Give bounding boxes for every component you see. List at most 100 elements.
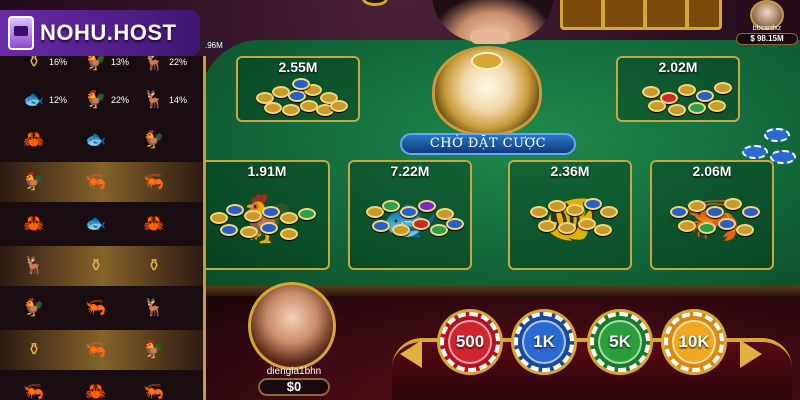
rooster-icon: 🐓 xyxy=(143,130,165,149)
shrimp-icon: 🦐 xyxy=(143,382,165,400)
loose-chip xyxy=(742,145,768,159)
history-cell: 🦐 xyxy=(84,336,144,364)
history-cell: 🐓 13% xyxy=(84,56,144,76)
player-name: diengia1bhn xyxy=(266,366,322,377)
history-cell: 🐓 xyxy=(22,294,82,322)
player-balance: $0 xyxy=(258,378,330,396)
side-balance: .96M xyxy=(200,40,228,51)
history-percent: 13% xyxy=(111,57,130,67)
history-cell: 🦌 xyxy=(142,294,202,322)
chip-label: 1K xyxy=(522,320,566,364)
dealer-hands xyxy=(470,30,510,44)
status-banner: CHỜ ĐẶT CƯỢC xyxy=(400,133,576,155)
chip-500-button[interactable]: 500 xyxy=(440,312,500,372)
bet-zone-amount: 2.36M xyxy=(550,163,590,179)
chip-pile xyxy=(526,192,626,248)
history-cell: 🦌 xyxy=(22,252,82,280)
history-cell: 🐟 xyxy=(84,210,144,238)
history-percent: 22% xyxy=(169,57,188,67)
history-panel[interactable]: ⚱ 16% 🐓 13% 🦌 22% 🐟 12% 🐓 22% 🦌 14% 🦀 🐟 🐓 🐓 🦐 🦐 🦀 🐟 🦀 🦌 ⚱ ⚱ 🐓 🦐 🦌 ⚱… xyxy=(0,56,206,400)
history-row: 🦀 🐟 🐓 xyxy=(0,120,203,160)
history-percent: 16% xyxy=(49,57,68,67)
history-row: 🐓 🦐 🦌 xyxy=(0,288,203,328)
history-cell: ⚱ xyxy=(142,252,202,280)
bet-zone-amount: 7.22M xyxy=(390,163,430,179)
bet-zone-amount: 2.55M xyxy=(278,59,318,75)
gourd-icon: ⚱ xyxy=(26,340,42,359)
rooster-icon: 🐓 xyxy=(143,340,165,359)
chip-pile xyxy=(638,76,738,120)
opponent-name: bbcardxz xyxy=(752,25,782,32)
history-row: ⚱ 16% 🐓 13% 🦌 22% xyxy=(0,56,203,82)
history-cell: 🦀 xyxy=(84,378,144,400)
player-avatar[interactable] xyxy=(248,282,336,370)
chip-label: 10K xyxy=(672,320,716,364)
deer-icon: 🦌 xyxy=(143,56,165,71)
slot-machine-icon xyxy=(8,16,34,50)
history-cell: 🦀 xyxy=(22,126,82,154)
bet-zone-shrimp[interactable]: 2.06M 🦐 xyxy=(650,160,774,270)
rooster-icon: 🐓 xyxy=(23,298,45,317)
opponent-seat[interactable]: bbcardxz $ 98.15M xyxy=(736,0,798,46)
chip-pile xyxy=(666,194,770,248)
shrimp-icon: 🦐 xyxy=(23,382,45,400)
chip-pile xyxy=(210,198,320,248)
loose-chip xyxy=(764,128,790,142)
bet-zone-carp[interactable]: 2.36M 🐠 xyxy=(508,160,632,270)
history-row: ⚱ 🦐 🐓 xyxy=(0,330,203,370)
history-percent: 22% xyxy=(111,95,130,105)
chip-pile xyxy=(360,196,464,248)
history-cell: 🦌 22% xyxy=(142,56,202,76)
bet-zone-rooster[interactable]: 1.91M 🐓 xyxy=(206,160,330,270)
chip-5k-button[interactable]: 5K xyxy=(590,312,650,372)
history-cell: 🦌 14% xyxy=(142,86,202,114)
history-percent: 12% xyxy=(49,95,68,105)
history-row: 🦀 🐟 🦀 xyxy=(0,204,203,244)
history-cell: 🦐 xyxy=(84,168,144,196)
history-cell: 🐓 xyxy=(142,126,202,154)
history-cell: 🐓 22% xyxy=(84,86,144,114)
shrimp-icon: 🦐 xyxy=(85,340,107,359)
bet-zone-fish[interactable]: 7.22M 🐟 xyxy=(348,160,472,270)
brand-logo: NOHU.HOST xyxy=(0,10,200,56)
history-cell: ⚱ xyxy=(22,336,82,364)
fish-icon: 🐟 xyxy=(23,90,45,109)
chip-label: 500 xyxy=(448,320,492,364)
brand-name: NOHU.HOST xyxy=(40,20,177,45)
player-seat[interactable]: diengia1bhn $0 xyxy=(244,282,344,400)
fish-icon: 🐟 xyxy=(85,130,107,149)
chip-1k-button[interactable]: 1K xyxy=(514,312,574,372)
deer-icon: 🦌 xyxy=(143,90,165,109)
rooster-icon: 🐓 xyxy=(85,90,107,109)
history-row: 🐓 🦐 🦐 xyxy=(0,162,203,202)
shrimp-icon: 🦐 xyxy=(85,298,107,317)
chip-scroll-left-button[interactable] xyxy=(400,340,422,368)
dice-bowl-knob xyxy=(471,52,503,70)
bet-zone-crab[interactable]: 2.02M xyxy=(616,56,740,122)
chip-10k-button[interactable]: 10K xyxy=(664,312,724,372)
crab-icon: 🦀 xyxy=(143,214,165,233)
crab-icon: 🦀 xyxy=(23,130,45,149)
rooster-icon: 🐓 xyxy=(23,172,45,191)
history-row: 🦐 🦀 🦐 xyxy=(0,372,203,400)
deer-icon: 🦌 xyxy=(23,256,45,275)
fish-icon: 🐟 xyxy=(85,214,107,233)
chip-scroll-right-button[interactable] xyxy=(740,340,762,368)
history-cell: ⚱ xyxy=(84,252,144,280)
history-cell: ⚱ 16% xyxy=(22,56,82,76)
history-cell: 🐟 12% xyxy=(22,86,82,114)
opponent-balance: $ 98.15M xyxy=(736,33,798,45)
history-row: 🦌 ⚱ ⚱ xyxy=(0,246,203,286)
gourd-icon: ⚱ xyxy=(88,256,104,275)
history-percent: 14% xyxy=(169,95,188,105)
bet-zone-gourd[interactable]: 2.55M xyxy=(236,56,360,122)
bet-zone-amount: 1.91M xyxy=(247,163,287,179)
history-cell: 🐟 xyxy=(84,126,144,154)
history-cell: 🦐 xyxy=(142,378,202,400)
bet-zone-amount: 2.02M xyxy=(658,59,698,75)
chip-label: 5K xyxy=(598,320,642,364)
history-cell: 🐓 xyxy=(22,168,82,196)
crab-icon: 🦀 xyxy=(85,382,107,400)
bet-zone-amount: 2.06M xyxy=(692,163,732,179)
chip-pile xyxy=(252,78,348,120)
